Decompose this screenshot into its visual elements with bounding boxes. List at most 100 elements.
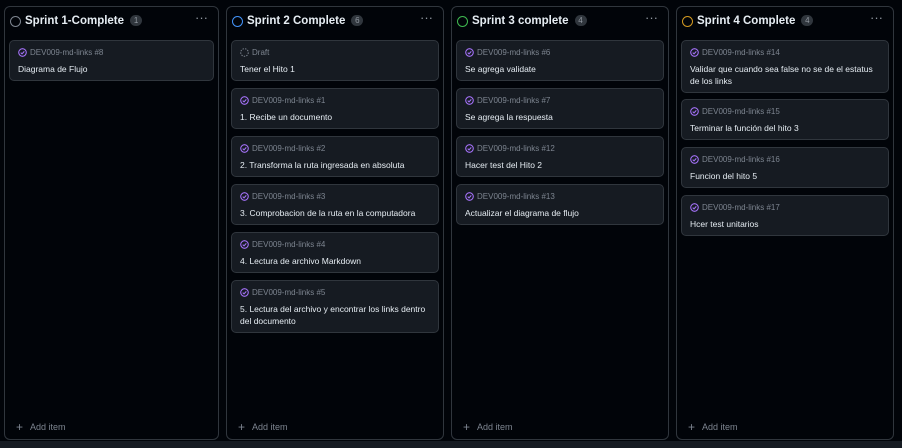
issue-closed-icon [465,48,474,57]
card-title[interactable]: Hacer test del Hito 2 [465,159,655,171]
issue-closed-icon [240,288,249,297]
card-meta: DEV009-md-links #5 [240,288,325,297]
card-title[interactable]: 5. Lectura del archivo y encontrar los l… [240,303,430,327]
card-meta: DEV009-md-links #17 [690,203,780,212]
column-count-badge: 6 [351,15,364,26]
issue-closed-icon [240,192,249,201]
issue-closed-icon [465,144,474,153]
card-meta: DEV009-md-links #7 [465,96,550,105]
column-count-badge: 4 [574,15,587,26]
card-item[interactable]: Draft Tener el Hito 1 [231,40,439,81]
card-title[interactable]: 4. Lectura de archivo Markdown [240,255,430,267]
card-item[interactable]: DEV009-md-links #3 3. Comprobacion de la… [231,184,439,225]
issue-closed-icon [690,155,699,164]
column-title: Sprint 3 complete 4 [472,15,587,27]
issue-closed-icon [240,240,249,249]
card-item[interactable]: DEV009-md-links #16 Funcion del hito 5 [681,147,889,188]
column-count-badge: 1 [130,15,143,26]
card-item[interactable]: DEV009-md-links #17 Hcer test unitarios [681,195,889,236]
issue-closed-icon [690,107,699,116]
card-title[interactable]: Se agrega validate [465,63,655,75]
issue-closed-icon [240,144,249,153]
card-title[interactable]: Tener el Hito 1 [240,63,430,75]
column-title-text: Sprint 2 Complete [247,15,346,27]
kebab-menu-icon[interactable]: ··· [870,10,883,25]
kebab-menu-icon[interactable]: ··· [195,10,208,25]
card-item[interactable]: DEV009-md-links #13 Actualizar el diagra… [456,184,664,225]
column-title-text: Sprint 4 Complete [697,15,796,27]
card-meta-text: DEV009-md-links #15 [702,107,780,116]
card-title[interactable]: Funcion del hito 5 [690,170,880,182]
project-board: Sprint 1-Complete 1 ··· DEV009-md-links #… [0,0,902,448]
card-item[interactable]: DEV009-md-links #15 Terminar la función … [681,99,889,140]
card-item[interactable]: DEV009-md-links #5 5. Lectura del archiv… [231,280,439,333]
card-item[interactable]: DEV009-md-links #6 Se agrega validate [456,40,664,81]
kebab-menu-icon[interactable]: ··· [645,10,658,25]
issue-closed-icon [18,48,27,57]
add-item-button[interactable]: + Add item [238,420,288,434]
status-circle-icon [457,16,468,27]
card-item[interactable]: DEV009-md-links #2 2. Transforma la ruta… [231,136,439,177]
card-item[interactable]: DEV009-md-links #12 Hacer test del Hito … [456,136,664,177]
column-title: Sprint 1-Complete 1 [25,15,143,27]
card-title[interactable]: 2. Transforma la ruta ingresada en absol… [240,159,430,171]
draft-icon [240,48,249,57]
status-circle-icon [232,16,243,27]
card-meta-text: DEV009-md-links #17 [702,203,780,212]
kebab-menu-icon[interactable]: ··· [420,10,433,25]
issue-closed-icon [240,96,249,105]
status-circle-icon [10,16,21,27]
card-meta: DEV009-md-links #14 [690,48,780,57]
card-item[interactable]: DEV009-md-links #1 1. Recibe un document… [231,88,439,129]
column-count-badge: 4 [801,15,814,26]
card-meta-text: DEV009-md-links #2 [252,144,326,153]
card-title[interactable]: Hcer test unitarios [690,218,880,230]
card-meta-text: DEV009-md-links #7 [477,96,551,105]
issue-closed-icon [465,96,474,105]
card-title[interactable]: Actualizar el diagrama de flujo [465,207,655,219]
card-meta-text: DEV009-md-links #5 [252,288,326,297]
card-meta-text: DEV009-md-links #4 [252,240,326,249]
column-header: Sprint 3 complete 4 ··· [452,7,668,37]
card-item[interactable]: DEV009-md-links #14 Validar que cuando s… [681,40,889,93]
issue-closed-icon [690,48,699,57]
column-sprint-1: Sprint 1-Complete 1 ··· DEV009-md-links #… [4,6,219,440]
card-title[interactable]: Diagrama de Flujo [18,63,205,75]
horizontal-scrollbar[interactable] [0,441,902,448]
add-item-label: Add item [252,422,288,432]
column-sprint-3: Sprint 3 complete 4 ··· DEV009-md-links #… [451,6,669,440]
add-item-label: Add item [702,422,738,432]
plus-icon: + [16,420,24,434]
card-meta: DEV009-md-links #15 [690,107,780,116]
column-header: Sprint 1-Complete 1 ··· [5,7,218,37]
card-meta-text: DEV009-md-links #6 [477,48,551,57]
card-title[interactable]: Se agrega la respuesta [465,111,655,123]
card-meta-text: DEV009-md-links #14 [702,48,780,57]
card-meta-text: DEV009-md-links #3 [252,192,326,201]
column-header: Sprint 2 Complete 6 ··· [227,7,443,37]
card-title[interactable]: 3. Comprobacion de la ruta en la computa… [240,207,430,219]
card-meta-text: DEV009-md-links #13 [477,192,555,201]
card-meta: DEV009-md-links #4 [240,240,325,249]
card-title[interactable]: 1. Recibe un documento [240,111,430,123]
plus-icon: + [238,420,246,434]
add-item-button[interactable]: + Add item [16,420,66,434]
add-item-button[interactable]: + Add item [463,420,513,434]
column-title: Sprint 4 Complete 4 [697,15,814,27]
card-meta: Draft [240,48,269,57]
card-meta-text: DEV009-md-links #16 [702,155,780,164]
card-title[interactable]: Validar que cuando sea false no se de el… [690,63,880,87]
card-meta-text: DEV009-md-links #8 [30,48,104,57]
issue-closed-icon [690,203,699,212]
card-item[interactable]: DEV009-md-links #8 Diagrama de Flujo [9,40,214,81]
card-title[interactable]: Terminar la función del hito 3 [690,122,880,134]
card-item[interactable]: DEV009-md-links #7 Se agrega la respuest… [456,88,664,129]
column-sprint-2: Sprint 2 Complete 6 ··· Draft Tener el Hi… [226,6,444,440]
column-header: Sprint 4 Complete 4 ··· [677,7,893,37]
add-item-button[interactable]: + Add item [688,421,738,433]
card-item[interactable]: DEV009-md-links #4 4. Lectura de archivo… [231,232,439,273]
card-meta: DEV009-md-links #16 [690,155,780,164]
plus-icon: + [463,420,471,434]
card-meta-text: DEV009-md-links #12 [477,144,555,153]
card-meta: DEV009-md-links #13 [465,192,555,201]
